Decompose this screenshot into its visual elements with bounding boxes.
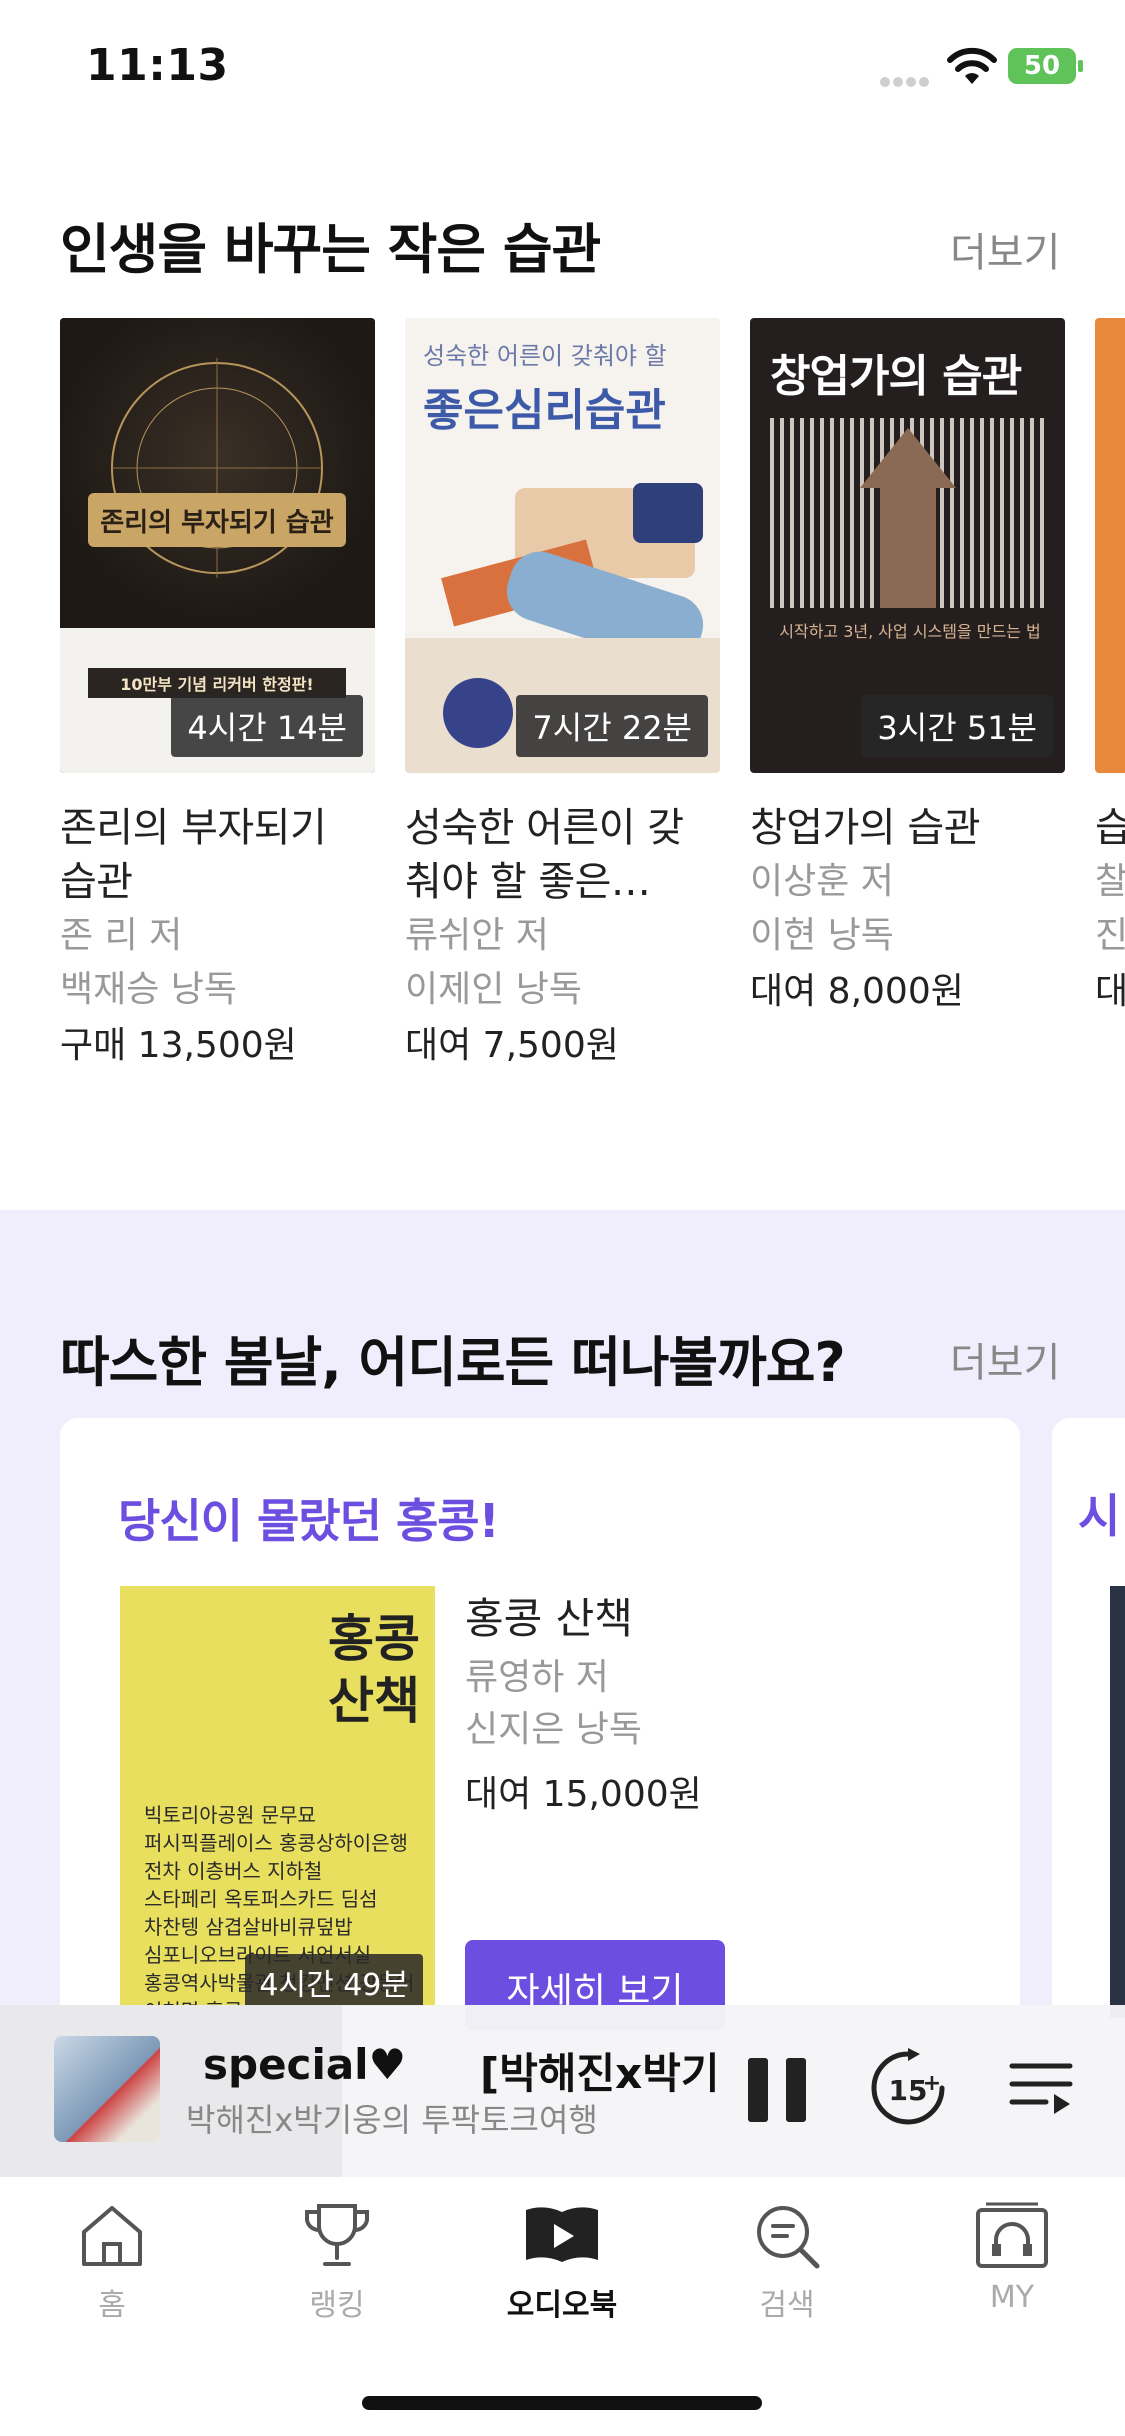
book-card[interactable]: 창업가의 습관 시작하고 3년, 사업 시스템을 만드는 법 3시간 51분 창… bbox=[750, 318, 1065, 1019]
book-author: 찰 bbox=[1095, 861, 1125, 902]
player-subtitle: 박해진x박기웅의 투팍토크여행 bbox=[186, 2101, 598, 2139]
mini-player-shade bbox=[0, 2005, 342, 2177]
book-title: 습 bbox=[1095, 805, 1125, 851]
tab-my[interactable]: MY bbox=[942, 2200, 1082, 2315]
book-title: 존리의 부자되기 습관 bbox=[60, 805, 327, 905]
search-icon bbox=[757, 2206, 820, 2269]
book-card[interactable]: 존리의 부자되기 습관 10만부 기념 리커버 한정판! 4시간 14분 존리의… bbox=[60, 318, 375, 1073]
more-link-habits[interactable]: 더보기 bbox=[950, 220, 1060, 278]
battery-tip bbox=[1078, 60, 1083, 72]
book-title: 창업가의 습관 bbox=[750, 805, 981, 851]
home-indicator bbox=[362, 2396, 762, 2410]
book-price: 대여 15,000원 bbox=[465, 1774, 702, 1815]
more-link-spring[interactable]: 더보기 bbox=[950, 1330, 1060, 1388]
feature-card-heading: 당신이 몰랐던 홍콩! bbox=[118, 1494, 500, 1548]
svg-text:15: 15 bbox=[889, 2074, 928, 2107]
cover-note: 시작하고 3년, 사업 시스템을 만드는 법 bbox=[779, 622, 1041, 641]
wifi-icon bbox=[947, 47, 997, 84]
cover-ornament bbox=[111, 358, 323, 578]
book-narrator: 이제인 낭독 bbox=[405, 969, 583, 1010]
book-cover bbox=[1095, 318, 1125, 773]
cover-line: 차찬텡 삼겹살바비큐덮밥 bbox=[144, 1915, 353, 1939]
book-narrator: 신지은 낭독 bbox=[465, 1709, 643, 1750]
book-card[interactable]: 성숙한 어른이 갖춰야 할 좋은심리습관 7시간 22분 성숙한 어른이 갖춰야… bbox=[405, 318, 720, 1073]
book-cover-hongkong[interactable]: 홍콩 산책 빅토리아공원 문무묘퍼시픽플레이스 홍콩상하이은행전차 이층버스 지… bbox=[120, 1586, 435, 2006]
section-title-spring: 따스한 봄날, 어디로든 떠나볼까요? bbox=[60, 1331, 846, 1394]
book-cover: 창업가의 습관 시작하고 3년, 사업 시스템을 만드는 법 3시간 51분 bbox=[750, 318, 1065, 773]
duration-badge: 7시간 22분 bbox=[516, 695, 708, 757]
book-author: 류영하 저 bbox=[465, 1657, 609, 1698]
tab-audiobook[interactable]: 오디오북 bbox=[492, 2200, 632, 2324]
book-narrator: 이현 낭독 bbox=[750, 915, 894, 956]
trophy-icon bbox=[305, 2204, 369, 2266]
tab-label: MY bbox=[989, 2280, 1035, 2315]
book-cover: 성숙한 어른이 갖춰야 할 좋은심리습관 7시간 22분 bbox=[405, 318, 720, 773]
book-title: 성숙한 어른이 갖춰야 할 좋은… bbox=[405, 805, 684, 905]
book-narrator: 진 bbox=[1095, 915, 1125, 956]
home-icon bbox=[82, 2206, 142, 2266]
duration-badge: 4시간 49분 bbox=[245, 1954, 423, 2006]
duration-badge: 4시간 14분 bbox=[171, 695, 363, 757]
cover-line: 퍼시픽플레이스 홍콩상하이은행 bbox=[144, 1831, 408, 1855]
cover-title: 존리의 부자되기 습관 bbox=[88, 493, 346, 547]
tab-search[interactable]: 검색 bbox=[717, 2200, 857, 2324]
my-headphones-icon bbox=[976, 2202, 1048, 2268]
tab-label: 홈 bbox=[98, 2288, 126, 2323]
cover-line: 전차 이층버스 지하철 bbox=[144, 1859, 323, 1883]
book-author: 이상훈 저 bbox=[750, 861, 894, 902]
battery-indicator: 50 bbox=[1008, 48, 1076, 84]
book-price: 구매 13,500원 bbox=[60, 1025, 297, 1066]
feature-card-next[interactable]: 시 bbox=[1052, 1418, 1125, 2018]
skip-forward-15-icon[interactable]: 15 + bbox=[868, 2048, 948, 2128]
book-price: 대여 7,500원 bbox=[405, 1025, 619, 1066]
svg-text:+: + bbox=[923, 2071, 941, 2096]
book-price: 대여 8,000원 bbox=[750, 971, 964, 1012]
cover-title: 창업가의 습관 bbox=[770, 351, 1022, 402]
section-title-habits: 인생을 바꾸는 작은 습관 bbox=[60, 218, 601, 281]
pause-icon[interactable] bbox=[748, 2058, 806, 2122]
cover-title: 좋은심리습관 bbox=[423, 385, 666, 436]
book-author: 존 리 저 bbox=[60, 915, 183, 956]
cover-line: 스타페리 옥토퍼스카드 딤섬 bbox=[144, 1887, 378, 1911]
tab-label: 오디오북 bbox=[506, 2288, 618, 2323]
book-card[interactable]: 습 찰 진 대 bbox=[1095, 318, 1125, 1019]
cover-title: 홍콩 산책 bbox=[328, 1609, 420, 1730]
book-title: 홍콩 산책 bbox=[465, 1594, 633, 1643]
player-title-scrolling: [박해진x박기 bbox=[480, 2049, 720, 2098]
book-price: 대 bbox=[1095, 971, 1125, 1012]
tab-label: 랭킹 bbox=[309, 2288, 365, 2323]
feature-card-next-heading: 시 bbox=[1078, 1489, 1121, 1543]
status-time: 11:13 bbox=[86, 40, 229, 91]
tab-home[interactable]: 홈 bbox=[42, 2200, 182, 2324]
cover-note: 10만부 기념 리커버 한정판! bbox=[88, 668, 346, 698]
book-narrator: 백재승 낭독 bbox=[60, 969, 238, 1010]
cover-line: 빅토리아공원 문무묘 bbox=[144, 1803, 316, 1827]
player-title: special♥ bbox=[203, 2040, 407, 2089]
cellular-signal-icon bbox=[880, 72, 936, 87]
tab-ranking[interactable]: 랭킹 bbox=[267, 2200, 407, 2324]
cover-vertical-text bbox=[144, 1604, 204, 1724]
player-thumbnail[interactable] bbox=[54, 2036, 160, 2142]
cover-subtitle: 성숙한 어른이 갖춰야 할 bbox=[423, 342, 667, 370]
book-cover: 존리의 부자되기 습관 10만부 기념 리커버 한정판! 4시간 14분 bbox=[60, 318, 375, 773]
tab-label: 검색 bbox=[759, 2288, 815, 2323]
battery-level: 50 bbox=[1023, 51, 1061, 81]
book-author: 류쉬안 저 bbox=[405, 915, 549, 956]
duration-badge: 3시간 51분 bbox=[861, 695, 1053, 757]
playlist-icon[interactable] bbox=[1008, 2058, 1074, 2118]
audiobook-icon bbox=[526, 2207, 598, 2262]
